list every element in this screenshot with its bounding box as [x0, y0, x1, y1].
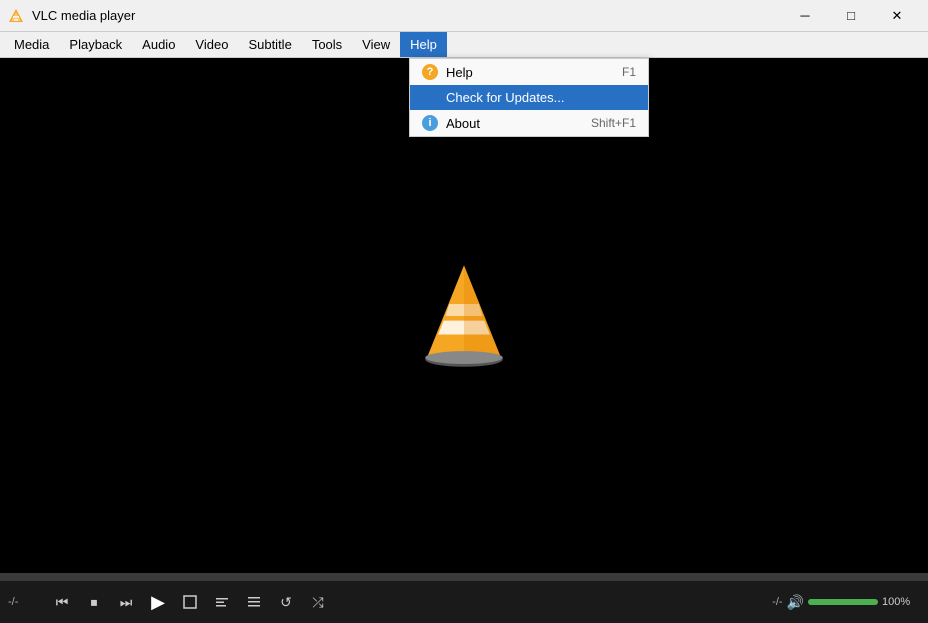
- volume-bar[interactable]: [808, 599, 878, 605]
- playlist-button[interactable]: [240, 588, 268, 616]
- help-shortcut: F1: [622, 65, 636, 79]
- menu-media[interactable]: Media: [4, 32, 59, 57]
- about-shortcut: Shift+F1: [591, 116, 636, 130]
- help-label: Help: [446, 65, 614, 80]
- volume-fill: [808, 599, 878, 605]
- help-icon: ?: [422, 64, 438, 80]
- menu-playback[interactable]: Playback: [59, 32, 132, 57]
- volume-label: 100%: [882, 596, 920, 608]
- app-title: VLC media player: [32, 8, 774, 23]
- close-button[interactable]: ✕: [874, 0, 920, 32]
- volume-icon: 🔊: [787, 594, 804, 611]
- next-button[interactable]: ⏭: [112, 588, 140, 616]
- play-button[interactable]: ▶: [144, 588, 172, 616]
- minimize-button[interactable]: ─: [782, 0, 828, 32]
- window-controls: ─ □ ✕: [782, 0, 920, 32]
- about-icon: i: [422, 115, 438, 131]
- progress-bar[interactable]: [0, 573, 928, 581]
- loop-button[interactable]: ↺: [272, 588, 300, 616]
- vlc-cone: [404, 256, 524, 376]
- volume-area: 🔊 100%: [787, 594, 920, 611]
- maximize-button[interactable]: □: [828, 0, 874, 32]
- menu-bar: Media Playback Audio Video Subtitle Tool…: [0, 32, 928, 58]
- dropdown-help[interactable]: ? Help F1: [410, 59, 648, 85]
- time-start: -/-: [8, 596, 44, 608]
- about-label: About: [446, 116, 583, 131]
- menu-subtitle[interactable]: Subtitle: [238, 32, 301, 57]
- random-button[interactable]: ⤮: [304, 588, 332, 616]
- dropdown-check-updates[interactable]: Check for Updates...: [410, 85, 648, 110]
- menu-audio[interactable]: Audio: [132, 32, 185, 57]
- menu-help[interactable]: Help: [400, 32, 447, 57]
- dropdown-about[interactable]: i About Shift+F1: [410, 110, 648, 136]
- controls-area: -/- ⏮ ⏹ ⏭ ▶ ↺ ⤮ -/-: [0, 573, 928, 623]
- extended-settings-button[interactable]: [208, 588, 236, 616]
- title-bar: VLC media player ─ □ ✕: [0, 0, 928, 32]
- fullscreen-button[interactable]: [176, 588, 204, 616]
- prev-button[interactable]: ⏮: [48, 588, 76, 616]
- vlc-app-icon: [8, 8, 24, 24]
- menu-tools[interactable]: Tools: [302, 32, 352, 57]
- menu-view[interactable]: View: [352, 32, 400, 57]
- time-end: -/-: [747, 596, 783, 608]
- controls-row: -/- ⏮ ⏹ ⏭ ▶ ↺ ⤮ -/-: [0, 581, 928, 623]
- stop-button[interactable]: ⏹: [80, 588, 108, 616]
- check-updates-label: Check for Updates...: [446, 90, 628, 105]
- help-dropdown: ? Help F1 Check for Updates... i About S…: [409, 58, 649, 137]
- menu-video[interactable]: Video: [185, 32, 238, 57]
